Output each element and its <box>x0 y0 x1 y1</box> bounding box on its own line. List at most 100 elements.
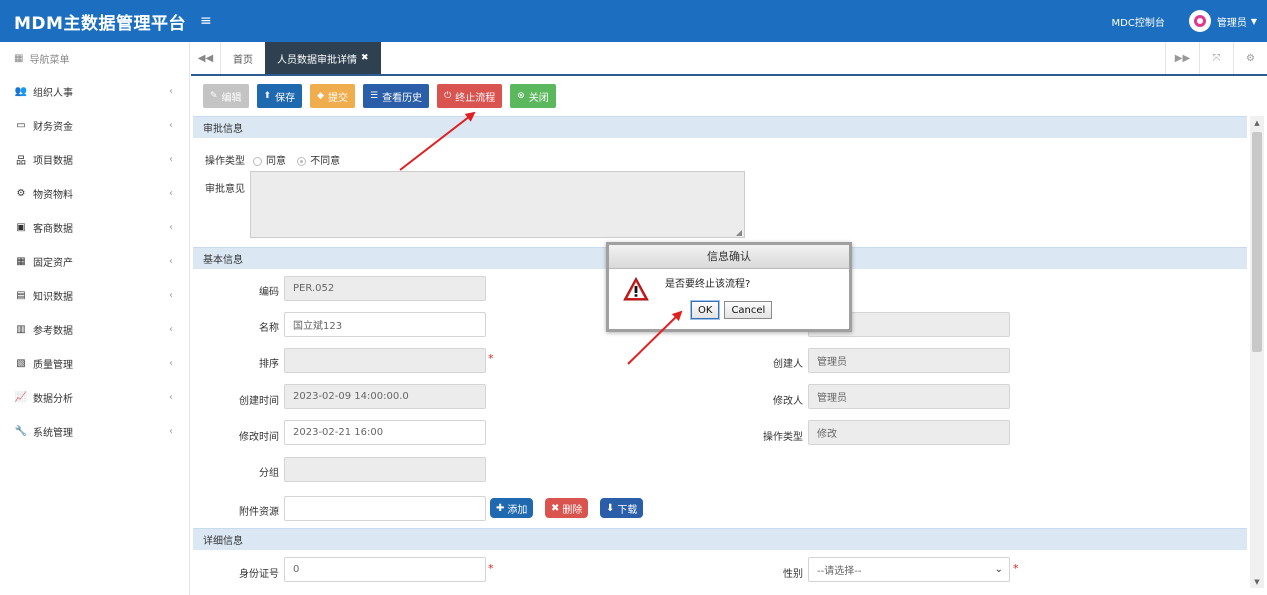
modifier-label: 修改人 <box>773 396 803 407</box>
credit-card-icon: ▭ <box>16 119 26 131</box>
modifier-field[interactable]: 管理员 <box>808 384 1010 409</box>
times-icon: ✖ <box>551 502 560 514</box>
save-label: 保存 <box>275 92 296 104</box>
toolbar: ✎ 编辑 ⬆ 保存 ◆ 提交 ☰ 查看历史 ⏻ 终止流程 ⊗ 关闭 <box>203 84 556 108</box>
radio-agree-label: 同意 <box>266 156 286 167</box>
creator-label: 创建人 <box>773 359 803 370</box>
cancel-button[interactable]: Cancel <box>724 301 773 319</box>
chevron-left-icon: ‹ <box>169 153 173 165</box>
scroll-down-icon[interactable]: ▼ <box>1250 578 1264 586</box>
code-label: 编码 <box>259 287 279 298</box>
name-label: 名称 <box>259 323 279 334</box>
fullscreen-icon[interactable]: ⤧ <box>1199 42 1233 74</box>
history-button[interactable]: ☰ 查看历史 <box>363 84 430 108</box>
list-icon: ▧ <box>16 357 26 369</box>
modified-time-label: 修改时间 <box>239 432 279 443</box>
chevron-down-icon: ⌄ <box>994 564 1003 575</box>
tab-home[interactable]: 首页 <box>221 42 265 74</box>
edit-button[interactable]: ✎ 编辑 <box>203 84 249 108</box>
sidebar-item-9[interactable]: 📈 数据分析 ‹ <box>0 380 189 414</box>
resize-handle-icon[interactable]: ◢ <box>736 228 742 237</box>
edit-icon: ✎ <box>210 91 218 101</box>
users-icon: 👥 <box>14 85 28 97</box>
user-menu[interactable]: 管理员 <box>1217 14 1247 29</box>
add-label: 添加 <box>507 504 528 516</box>
opinion-textarea[interactable]: ◢ <box>250 171 745 238</box>
chevron-left-icon: ‹ <box>169 255 173 267</box>
sidebar: ▦ 导航菜单 👥 组织人事 ‹ ▭ 财务资金 ‹ 品项目数据 ‹ ⚙ 物资物料 ‹ ▣ 客商数据 ‹ ▦ 固定… <box>0 42 190 595</box>
terminate-button[interactable]: ⏻ 终止流程 <box>437 84 503 108</box>
creator-field[interactable]: 管理员 <box>808 348 1010 373</box>
id-number-label: 身份证号 <box>239 569 279 580</box>
name-field[interactable]: 国立斌123 <box>284 312 486 337</box>
close-tab-icon[interactable]: ✖ <box>361 53 369 63</box>
console-link[interactable]: MDC控制台 <box>1112 14 1165 29</box>
plus-icon: ✚ <box>496 502 505 514</box>
group-field[interactable] <box>284 457 486 482</box>
chevron-left-icon: ‹ <box>169 323 173 335</box>
sitemap-icon: 品 <box>16 155 26 167</box>
dialog-body: 是否要终止该流程? <box>609 269 849 301</box>
sidebar-item-label: 客商数据 <box>33 223 73 235</box>
sidebar-item-2[interactable]: 品项目数据 ‹ <box>0 142 189 176</box>
app-title: MDM主数据管理平台 <box>14 13 186 34</box>
radio-agree[interactable] <box>253 156 262 166</box>
sidebar-item-7[interactable]: ▥ 参考数据 ‹ <box>0 312 189 346</box>
save-button[interactable]: ⬆ 保存 <box>256 84 303 108</box>
op-type-options: 同意 不同意 <box>245 152 340 167</box>
op-type2-field[interactable]: 修改 <box>808 420 1010 445</box>
download-button[interactable]: ⬇ 下载 <box>600 498 644 518</box>
sidebar-item-3[interactable]: ⚙ 物资物料 ‹ <box>0 176 189 210</box>
scrollbar-thumb[interactable] <box>1252 132 1262 352</box>
tab-scroll-left-icon[interactable]: ◀◀ <box>191 42 221 74</box>
required-mark: * <box>1013 562 1019 575</box>
sidebar-item-0[interactable]: 👥 组织人事 ‹ <box>0 74 189 108</box>
scrollbar[interactable]: ▲ ▼ <box>1250 116 1264 588</box>
delete-button[interactable]: ✖ 删除 <box>545 498 589 518</box>
sidebar-item-10[interactable]: 🔧 系统管理 ‹ <box>0 414 189 448</box>
ok-button[interactable]: OK <box>689 300 721 320</box>
add-button[interactable]: ✚ 添加 <box>490 498 534 518</box>
chevron-left-icon: ‹ <box>169 357 173 369</box>
grid-icon: ▦ <box>14 52 24 64</box>
menu-toggle-icon[interactable]: ≡ <box>200 13 212 29</box>
chevron-left-icon: ‹ <box>169 187 173 199</box>
tab-scroll-right-icon[interactable]: ▶▶ <box>1165 42 1199 74</box>
warning-icon <box>623 277 649 301</box>
sidebar-item-1[interactable]: ▭ 财务资金 ‹ <box>0 108 189 142</box>
gender-select[interactable]: --请选择-- ⌄ <box>808 557 1010 582</box>
sidebar-item-6[interactable]: ▤ 知识数据 ‹ <box>0 278 189 312</box>
sidebar-item-5[interactable]: ▦ 固定资产 ‹ <box>0 244 189 278</box>
book-icon: ▤ <box>16 289 26 301</box>
created-time-field[interactable]: 2023-02-09 14:00:00.0 <box>284 384 486 409</box>
code-field[interactable]: PER.052 <box>284 276 486 301</box>
chevron-left-icon: ‹ <box>169 289 173 301</box>
wrench-icon: 🔧 <box>14 425 28 437</box>
order-field[interactable] <box>284 348 486 373</box>
sidebar-item-label: 物资物料 <box>33 189 73 201</box>
dialog-buttons: OK Cancel <box>689 300 773 320</box>
chevron-left-icon: ‹ <box>169 221 173 233</box>
avatar[interactable] <box>1188 10 1211 32</box>
close-button[interactable]: ⊗ 关闭 <box>510 84 556 108</box>
sidebar-item-label: 知识数据 <box>33 291 73 303</box>
sidebar-header-label: 导航菜单 <box>29 54 70 66</box>
sidebar-item-label: 系统管理 <box>33 427 73 439</box>
gear-icon[interactable]: ⚙ <box>1233 42 1267 74</box>
attachment-field[interactable] <box>284 496 486 521</box>
scroll-up-icon[interactable]: ▲ <box>1250 119 1264 127</box>
id-number-field[interactable]: 0 <box>284 557 486 582</box>
sidebar-item-4[interactable]: ▣ 客商数据 ‹ <box>0 210 189 244</box>
chevron-down-icon[interactable]: ▼ <box>1251 17 1257 26</box>
modified-time-field[interactable]: 2023-02-21 16:00 <box>284 420 486 445</box>
radio-disagree[interactable] <box>297 156 307 166</box>
attachment-label: 附件资源 <box>239 507 279 518</box>
close-circle-icon: ⊗ <box>517 91 525 101</box>
download-label: 下载 <box>617 504 638 516</box>
sidebar-item-8[interactable]: ▧ 质量管理 ‹ <box>0 346 189 380</box>
top-right: MDC控制台 管理员 ▼ <box>1112 10 1267 32</box>
tab-active[interactable]: 人员数据审批详情 ✖ <box>265 42 381 74</box>
submit-button[interactable]: ◆ 提交 <box>310 84 356 108</box>
download-icon: ⬇ <box>606 502 615 514</box>
chevron-left-icon: ‹ <box>169 85 173 97</box>
